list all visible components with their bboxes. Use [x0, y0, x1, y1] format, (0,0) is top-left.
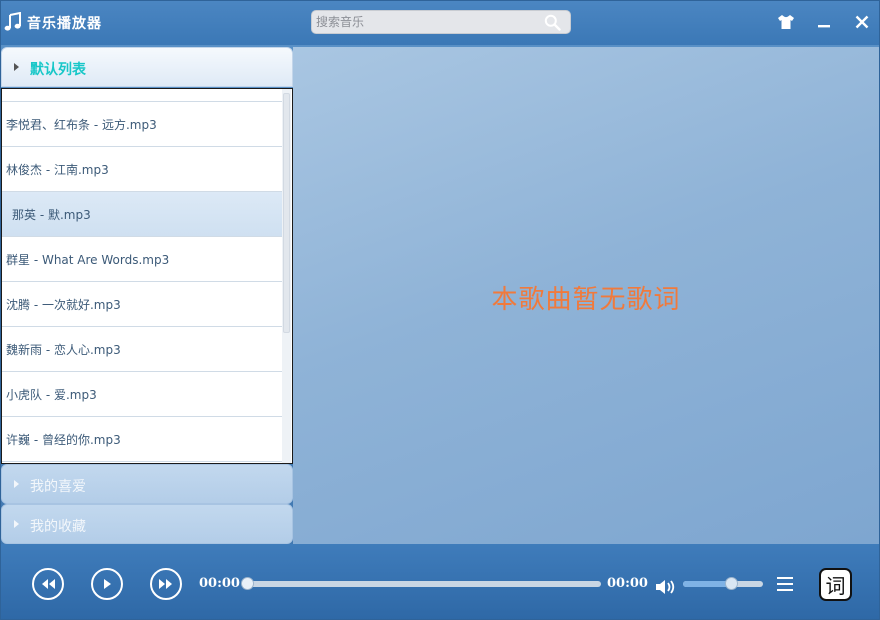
minimize-icon	[818, 25, 830, 28]
next-button[interactable]	[150, 568, 182, 600]
song-title: 魏新雨 - 恋人心.mp3	[6, 342, 121, 357]
list-item[interactable]: 魏新雨 - 恋人心.mp3	[2, 327, 282, 372]
group-default-list[interactable]: 默认列表	[1, 47, 293, 87]
menu-line	[777, 583, 793, 585]
song-title: 那英 - 默.mp3	[12, 207, 91, 222]
lyrics-toggle-button[interactable]: 词	[819, 568, 852, 601]
lyrics-panel: 本歌曲暂无歌词	[293, 47, 879, 544]
caret-right-icon	[14, 63, 19, 71]
previous-button[interactable]	[32, 568, 64, 600]
minimize-button[interactable]	[813, 11, 835, 33]
song-title: 李悦君、红布条 - 远方.mp3	[6, 117, 157, 132]
scrollbar-thumb[interactable]	[283, 93, 290, 333]
menu-line	[777, 589, 793, 591]
volume-handle[interactable]	[725, 577, 738, 590]
tshirt-icon	[778, 15, 794, 29]
progress-slider[interactable]	[241, 577, 601, 590]
skin-button[interactable]	[775, 11, 797, 33]
song-title: 小虎队 - 爱.mp3	[6, 387, 97, 402]
close-icon	[855, 15, 869, 29]
no-lyrics-message: 本歌曲暂无歌词	[491, 285, 681, 315]
group-label: 我的喜爱	[30, 479, 86, 495]
group-label: 我的收藏	[30, 519, 86, 535]
search-box[interactable]	[311, 10, 571, 34]
volume-icon[interactable]	[654, 578, 678, 596]
app-title: 音乐播放器	[27, 16, 102, 32]
list-item[interactable]: 林俊杰 - 江南.mp3	[2, 147, 282, 192]
group-collection[interactable]: 我的收藏	[1, 504, 293, 544]
rewind-icon	[42, 579, 55, 589]
group-favorites[interactable]: 我的喜爱	[1, 464, 293, 504]
list-item[interactable]: 沈腾 - 一次就好.mp3	[2, 282, 282, 327]
play-button[interactable]	[91, 568, 123, 600]
group-label: 默认列表	[30, 62, 86, 78]
song-title: 许巍 - 曾经的你.mp3	[6, 432, 121, 447]
playlist-sidebar: 默认列表 李悦君、红布条 - 远方.mp3 林俊杰 - 江南.mp3 那英 - …	[1, 47, 293, 544]
song-title: 林俊杰 - 江南.mp3	[6, 162, 109, 177]
song-title: 群星 - What Are Words.mp3	[6, 252, 170, 267]
list-scrollbar[interactable]	[282, 89, 291, 463]
fast-forward-icon	[159, 579, 172, 589]
list-item[interactable]: 许巍 - 曾经的你.mp3	[2, 417, 282, 462]
list-item[interactable]: 群星 - What Are Words.mp3	[2, 237, 282, 282]
volume-fill	[683, 581, 731, 587]
list-item[interactable]	[2, 89, 282, 102]
volume-slider[interactable]	[683, 577, 763, 590]
list-item[interactable]: 小虎队 - 爱.mp3	[2, 372, 282, 417]
song-title: 沈腾 - 一次就好.mp3	[6, 297, 121, 312]
list-item-selected[interactable]: 那英 - 默.mp3	[2, 192, 282, 237]
title-bar: 音乐播放器	[1, 1, 879, 45]
search-icon[interactable]	[544, 14, 561, 31]
playlist-menu-button[interactable]	[777, 577, 795, 591]
list-item[interactable]: 李悦君、红布条 - 远方.mp3	[2, 102, 282, 147]
close-button[interactable]	[851, 11, 873, 33]
play-icon	[104, 579, 111, 589]
menu-line	[777, 577, 793, 579]
caret-right-icon	[14, 520, 19, 528]
music-note-icon	[4, 12, 21, 31]
total-time: 00:00	[607, 576, 648, 591]
progress-handle[interactable]	[241, 577, 254, 590]
control-bar: 00:00 00:00 词	[1, 544, 879, 619]
current-time: 00:00	[199, 576, 240, 591]
caret-right-icon	[14, 480, 19, 488]
song-list[interactable]: 李悦君、红布条 - 远方.mp3 林俊杰 - 江南.mp3 那英 - 默.mp3…	[1, 88, 293, 464]
search-input[interactable]	[316, 14, 536, 30]
player-window: 音乐播放器 默认列表	[0, 0, 880, 620]
